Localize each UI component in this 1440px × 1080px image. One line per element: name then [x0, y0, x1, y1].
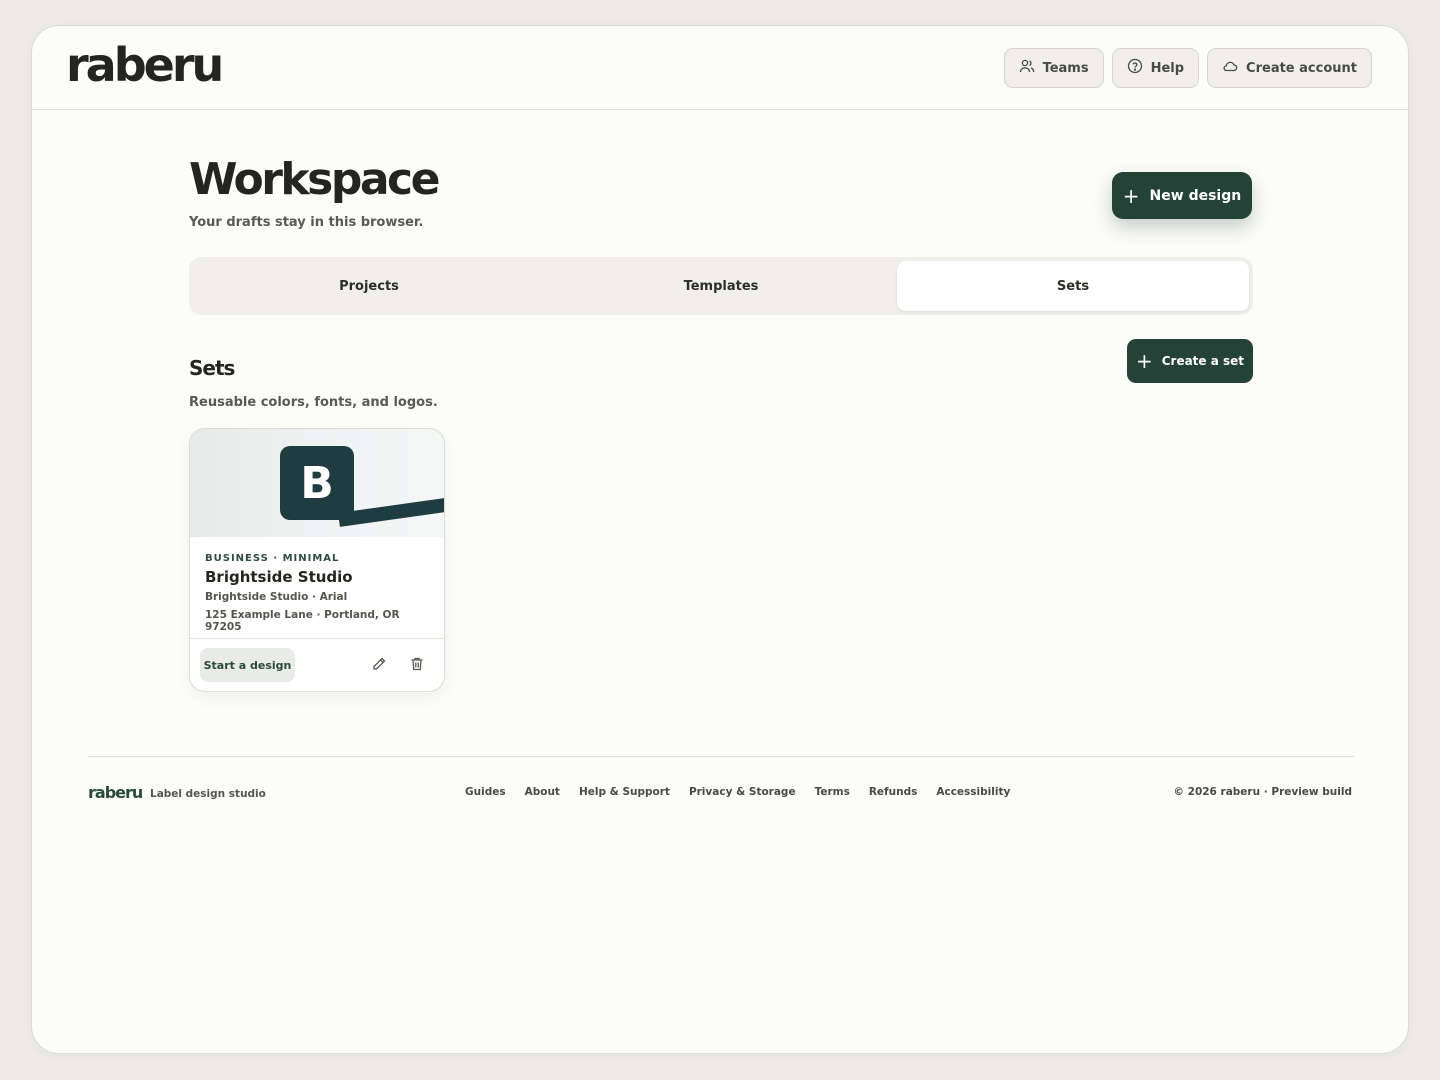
set-address-line: 125 Example Lane · Portland, OR 97205 [205, 609, 400, 633]
create-set-label: Create a set [1161, 354, 1245, 368]
users-icon [1019, 58, 1035, 78]
app-window: raberu Teams Help Create account Workspa… [31, 25, 1409, 1054]
section-title: Sets [189, 356, 235, 380]
create-set-button[interactable]: + Create a set [1127, 339, 1253, 383]
footer-tagline: Label design studio [150, 788, 266, 800]
tab-templates[interactable]: Templates [545, 261, 897, 311]
trash-icon [409, 657, 425, 676]
set-details: BUSINESS · MINIMAL Brightside Studio Bri… [205, 553, 429, 633]
footer-link-accessibility[interactable]: Accessibility [936, 786, 1010, 798]
set-card-footer: Start a design [190, 638, 444, 691]
page-title: Workspace [189, 154, 440, 205]
footer-link-terms[interactable]: Terms [815, 786, 850, 798]
new-design-button[interactable]: + New design [1112, 172, 1252, 219]
logo[interactable]: raberu [66, 38, 224, 92]
pencil-icon [371, 657, 387, 676]
top-bar: raberu Teams Help Create account [32, 26, 1408, 110]
footer-link-guides[interactable]: Guides [465, 786, 506, 798]
help-button[interactable]: Help [1111, 48, 1200, 88]
footer-copyright: © 2026 raberu · Preview build [1173, 786, 1352, 798]
footer-link-refunds[interactable]: Refunds [869, 786, 918, 798]
set-category: BUSINESS · MINIMAL [205, 553, 340, 564]
create-account-label: Create account [1246, 60, 1357, 76]
footer-link-about[interactable]: About [525, 786, 560, 798]
top-actions: Teams Help Create account [1003, 48, 1372, 88]
teams-button[interactable]: Teams [1003, 48, 1104, 88]
cloud-icon [1222, 58, 1238, 78]
page-subtitle: Your drafts stay in this browser. [189, 215, 424, 230]
delete-button[interactable] [409, 656, 427, 674]
help-circle-icon [1127, 58, 1143, 78]
tab-bar: Projects Templates Sets [189, 257, 1253, 315]
set-name: Brightside Studio [205, 568, 353, 586]
footer-link-privacy-storage[interactable]: Privacy & Storage [689, 786, 796, 798]
edit-button[interactable] [371, 656, 389, 674]
set-logo-badge: B [280, 446, 354, 520]
tab-projects[interactable]: Projects [193, 261, 545, 311]
plus-icon: + [1122, 183, 1140, 208]
footer-link-help-support[interactable]: Help & Support [579, 786, 670, 798]
tab-sets[interactable]: Sets [897, 261, 1249, 311]
set-card[interactable]: B BUSINESS · MINIMAL Brightside Studio B… [189, 428, 445, 692]
plus-icon: + [1135, 349, 1153, 373]
help-label: Help [1150, 60, 1185, 76]
start-design-button[interactable]: Start a design [200, 648, 295, 682]
create-account-button[interactable]: Create account [1207, 48, 1372, 88]
section-subtitle: Reusable colors, fonts, and logos. [189, 395, 438, 410]
footer-divider [88, 756, 1354, 757]
set-preview: B [190, 429, 444, 537]
set-font-line: Brightside Studio · Arial [205, 591, 348, 603]
footer-logo[interactable]: raberu [88, 783, 143, 802]
footer-links: Guides About Help & Support Privacy & St… [465, 786, 1010, 798]
new-design-label: New design [1149, 187, 1242, 204]
teams-label: Teams [1042, 60, 1089, 76]
